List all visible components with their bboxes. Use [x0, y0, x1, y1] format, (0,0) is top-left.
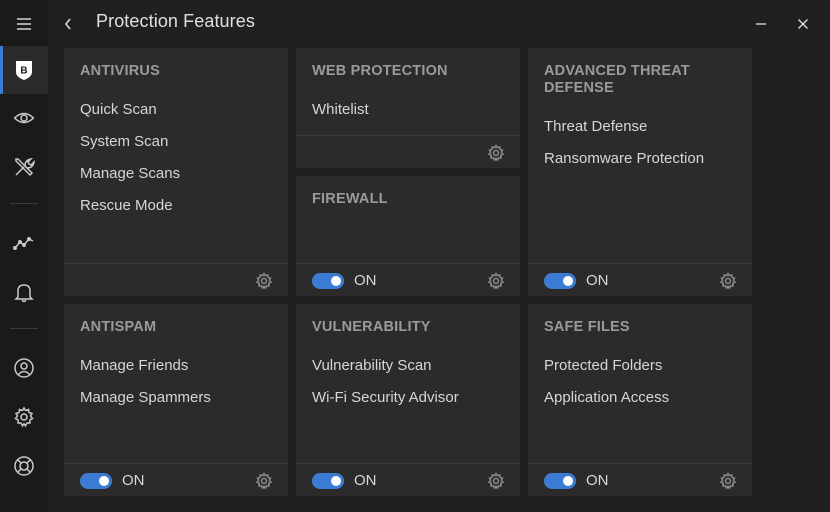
- settings-gear-icon[interactable]: [255, 272, 273, 290]
- card-title: SAFE FILES: [544, 319, 630, 335]
- settings-gear-icon[interactable]: [487, 272, 505, 290]
- application-access-link[interactable]: Application Access: [544, 389, 669, 406]
- card-footer: ON: [528, 263, 752, 296]
- toggle-label: ON: [354, 272, 377, 289]
- card-footer: ON: [296, 463, 520, 496]
- minimize-button[interactable]: [749, 12, 773, 36]
- settings-gear-icon[interactable]: [255, 472, 273, 490]
- hamburger-menu-icon: [17, 18, 31, 30]
- card-footer: ON: [528, 463, 752, 496]
- vulnerability-scan-link[interactable]: Vulnerability Scan: [312, 357, 432, 374]
- system-scan-link[interactable]: System Scan: [80, 133, 168, 150]
- whitelist-link[interactable]: Whitelist: [312, 101, 369, 118]
- settings-gear-icon[interactable]: [719, 472, 737, 490]
- settings-gear-icon[interactable]: [719, 272, 737, 290]
- settings-gear-icon[interactable]: [487, 144, 505, 162]
- card-title: ADVANCED THREAT DEFENSE: [544, 63, 690, 96]
- card-footer: ON: [296, 263, 520, 296]
- sidebar-item-privacy[interactable]: [0, 94, 48, 142]
- chevron-left-icon: [64, 18, 71, 30]
- card-footer: ON: [64, 463, 288, 496]
- sidebar-divider: [10, 203, 38, 204]
- advanced-threat-defense-toggle[interactable]: [544, 272, 576, 289]
- toggle-knob: [331, 275, 341, 286]
- toggle-label: ON: [586, 472, 609, 489]
- sidebar-item-utilities[interactable]: [0, 143, 48, 191]
- card-footer: [64, 263, 288, 296]
- antispam-toggle[interactable]: [80, 472, 112, 489]
- threat-defense-link[interactable]: Threat Defense: [544, 118, 647, 135]
- card-title: ANTISPAM: [80, 319, 157, 335]
- web-protection-card: WEB PROTECTION Whitelist: [296, 48, 520, 168]
- sidebar-item-activity[interactable]: [0, 219, 48, 267]
- sidebar: B: [0, 0, 48, 512]
- protected-folders-link[interactable]: Protected Folders: [544, 357, 662, 374]
- card-title: FIREWALL: [312, 191, 388, 207]
- sidebar-divider: [10, 328, 38, 329]
- toggle-knob: [99, 475, 109, 486]
- sidebar-item-account[interactable]: [0, 344, 48, 392]
- logo-letter: B: [20, 66, 27, 77]
- vulnerability-toggle-wrap: ON: [312, 472, 377, 489]
- vulnerability-card: VULNERABILITY Vulnerability Scan Wi-Fi S…: [296, 304, 520, 496]
- gear-icon: [14, 406, 34, 428]
- antivirus-card: ANTIVIRUS Quick Scan System Scan Manage …: [64, 48, 288, 296]
- close-button[interactable]: [791, 12, 815, 36]
- manage-scans-link[interactable]: Manage Scans: [80, 165, 180, 182]
- safe-files-toggle[interactable]: [544, 472, 576, 489]
- antispam-card: ANTISPAM Manage Friends Manage Spammers …: [64, 304, 288, 496]
- sidebar-item-protection[interactable]: B: [0, 46, 48, 94]
- bitdefender-logo-icon: B: [16, 61, 32, 80]
- toggle-knob: [331, 475, 341, 486]
- card-title: VULNERABILITY: [312, 319, 431, 335]
- activity-graph-icon: [13, 237, 34, 250]
- page-title: Protection Features: [96, 11, 255, 31]
- lifebuoy-icon: [14, 456, 34, 476]
- firewall-toggle[interactable]: [312, 272, 344, 289]
- manage-friends-link[interactable]: Manage Friends: [80, 357, 188, 374]
- account-icon: [14, 358, 34, 378]
- toggle-label: ON: [586, 272, 609, 289]
- toggle-knob: [563, 275, 573, 286]
- sidebar-item-notifications[interactable]: [0, 268, 48, 316]
- eye-icon: [13, 112, 35, 124]
- advanced-threat-defense-card: ADVANCED THREAT DEFENSE Threat Defense R…: [528, 48, 752, 296]
- sidebar-item-support[interactable]: [0, 442, 48, 490]
- antispam-toggle-wrap: ON: [80, 472, 145, 489]
- safe-files-card: SAFE FILES Protected Folders Application…: [528, 304, 752, 496]
- rescue-mode-link[interactable]: Rescue Mode: [80, 197, 173, 214]
- wifi-security-advisor-link[interactable]: Wi-Fi Security Advisor: [312, 389, 459, 406]
- toggle-label: ON: [354, 472, 377, 489]
- atd-toggle-wrap: ON: [544, 272, 609, 289]
- quick-scan-link[interactable]: Quick Scan: [80, 101, 157, 118]
- minimize-icon: [756, 23, 766, 25]
- firewall-card: FIREWALL ON: [296, 176, 520, 296]
- card-title: WEB PROTECTION: [312, 63, 448, 79]
- tools-icon: [15, 157, 35, 177]
- sidebar-item-settings[interactable]: [0, 393, 48, 441]
- bell-icon: [14, 284, 34, 303]
- toggle-label: ON: [122, 472, 145, 489]
- safe-files-toggle-wrap: ON: [544, 472, 609, 489]
- card-footer: [296, 135, 520, 168]
- firewall-toggle-wrap: ON: [312, 272, 377, 289]
- close-icon: [798, 19, 808, 29]
- back-button[interactable]: [58, 10, 78, 38]
- menu-button[interactable]: [0, 0, 48, 48]
- settings-gear-icon[interactable]: [487, 472, 505, 490]
- toggle-knob: [563, 475, 573, 486]
- ransomware-protection-link[interactable]: Ransomware Protection: [544, 150, 704, 167]
- card-title: ANTIVIRUS: [80, 63, 160, 79]
- vulnerability-toggle[interactable]: [312, 472, 344, 489]
- manage-spammers-link[interactable]: Manage Spammers: [80, 389, 211, 406]
